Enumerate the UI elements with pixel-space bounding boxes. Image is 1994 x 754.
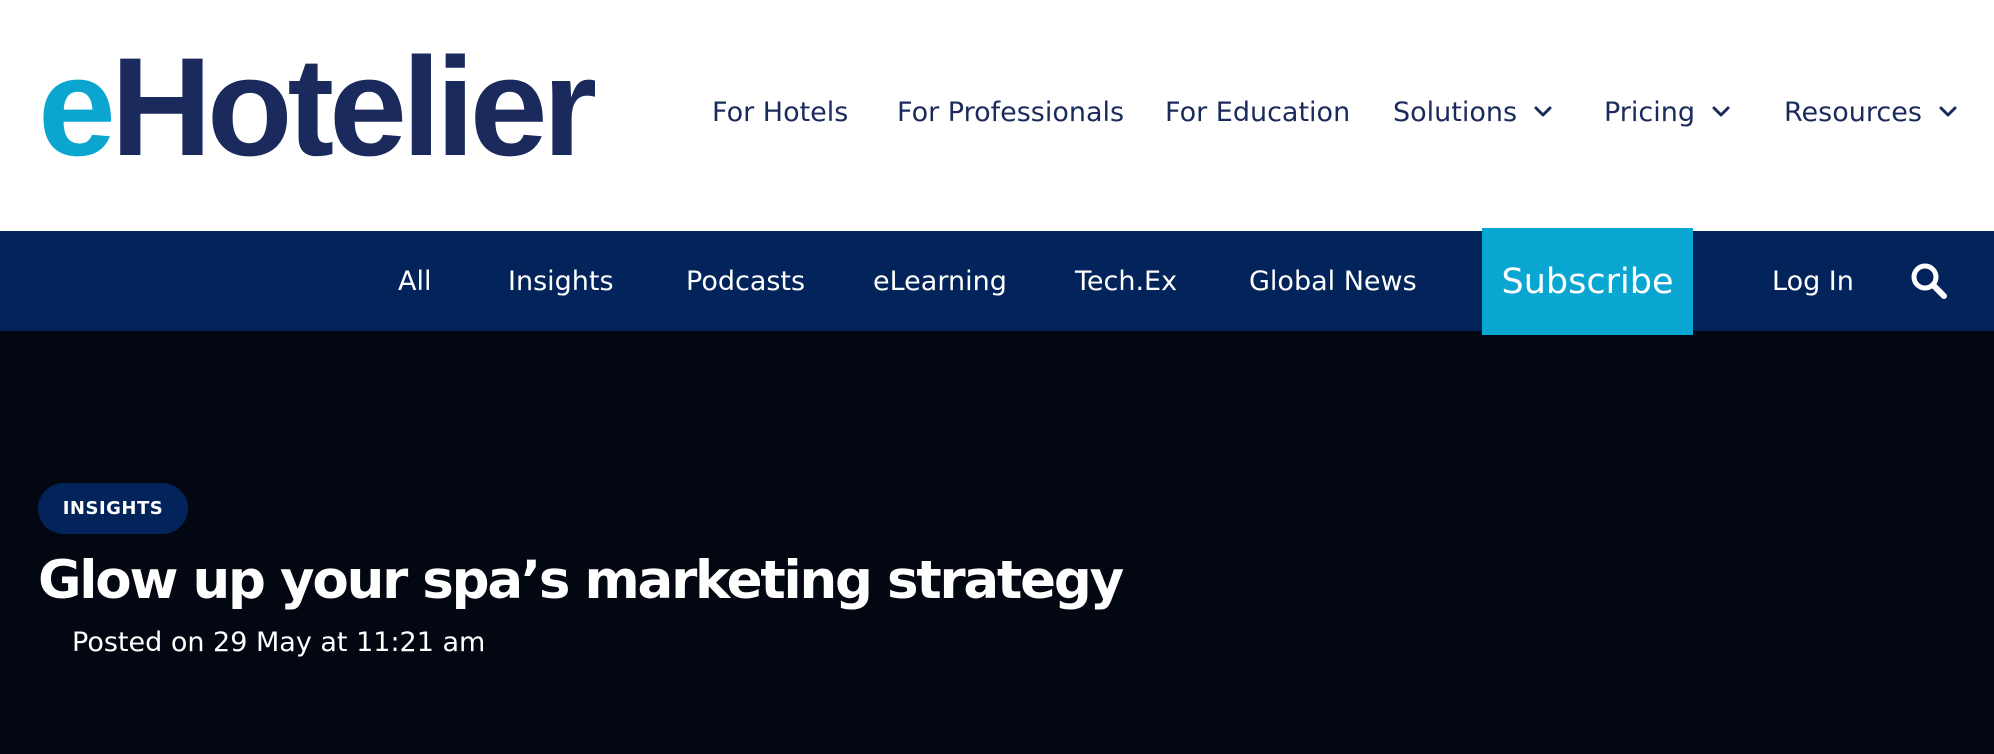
subnav-podcasts[interactable]: Podcasts: [686, 231, 805, 331]
subnav-label: Tech.Ex: [1075, 265, 1178, 297]
nav-for-hotels[interactable]: For Hotels: [712, 88, 848, 136]
nav-for-professionals[interactable]: For Professionals: [897, 88, 1124, 136]
article-hero: INSIGHTS Glow up your spa’s marketing st…: [0, 331, 1994, 754]
nav-label: Resources: [1784, 96, 1922, 128]
nav-label: Pricing: [1604, 96, 1696, 128]
login-link[interactable]: Log In: [1772, 231, 1854, 331]
nav-solutions[interactable]: Solutions: [1393, 88, 1555, 136]
subnav-elearning[interactable]: eLearning: [873, 231, 1007, 331]
subnav-label: Insights: [508, 265, 614, 297]
login-label: Log In: [1772, 265, 1854, 297]
subnav-global-news[interactable]: Global News: [1249, 231, 1417, 331]
nav-resources[interactable]: Resources: [1784, 88, 1960, 136]
search-icon: [1911, 263, 1947, 299]
chevron-down-icon: [1534, 106, 1552, 117]
post-date: Posted on 29 May at 11:21 am: [72, 627, 486, 658]
subnav-all[interactable]: All: [398, 231, 431, 331]
search-button[interactable]: [1909, 261, 1949, 301]
chevron-down-icon: [1712, 106, 1730, 117]
subnav-label: All: [398, 265, 432, 297]
nav-label: For Professionals: [897, 96, 1125, 128]
subnav-tech-ex[interactable]: Tech.Ex: [1075, 231, 1177, 331]
article-title: Glow up your spa’s marketing strategy: [38, 550, 1124, 611]
subnav-label: Podcasts: [686, 265, 806, 297]
nav-label: For Hotels: [712, 96, 849, 128]
category-badge[interactable]: INSIGHTS: [38, 483, 188, 534]
subnav-label: eLearning: [873, 265, 1007, 297]
category-nav: All Insights Podcasts eLearning Tech.Ex …: [0, 228, 1994, 335]
subnav-insights[interactable]: Insights: [508, 231, 614, 331]
site-header: e Hotelier For Hotels For Professionals F…: [0, 0, 1994, 231]
nav-for-education[interactable]: For Education: [1165, 88, 1350, 136]
subnav-label: Global News: [1249, 265, 1417, 297]
chevron-down-icon: [1939, 106, 1957, 117]
nav-label: Solutions: [1393, 96, 1518, 128]
nav-pricing[interactable]: Pricing: [1604, 88, 1733, 136]
nav-label: For Education: [1165, 96, 1351, 128]
subscribe-button[interactable]: Subscribe: [1482, 228, 1693, 335]
main-nav: For Hotels For Professionals For Educati…: [0, 88, 1994, 136]
